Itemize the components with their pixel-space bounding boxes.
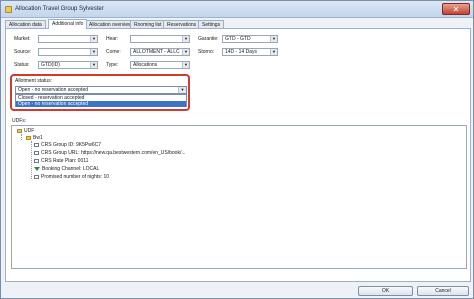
allotment-dropdown-list: Closed - reservation accepted Open - no …: [15, 94, 187, 107]
tree-node-udf[interactable]: UDF: [17, 128, 34, 134]
type-label: Type:: [106, 62, 119, 68]
chevron-down-icon: ▼: [178, 87, 186, 93]
chevron-down-icon: ▼: [270, 36, 277, 42]
chevron-down-icon: ▼: [182, 62, 189, 68]
allotment-status-select[interactable]: Open - no reservation accepted ▼: [15, 86, 187, 94]
source-label: Source:: [14, 49, 32, 55]
folder-icon: [17, 128, 22, 133]
close-button[interactable]: ✕: [442, 3, 470, 15]
hear-select[interactable]: ▼: [130, 35, 190, 43]
chevron-down-icon: ▼: [90, 49, 97, 55]
udf-tree[interactable]: UDF Bw1 CRS Group ID: 9K5Pw6C7 CRS Group…: [11, 125, 467, 269]
market-select[interactable]: ▼: [38, 35, 98, 43]
allocation-window: Allocation Travel Group Sylvester ✕ Allo…: [0, 0, 474, 299]
garantie-value: GTD - GTD: [225, 36, 251, 42]
tree-item[interactable]: Booking Channel: LOCAL: [34, 166, 99, 172]
hear-label: Hear:: [106, 36, 119, 42]
tree-item[interactable]: CRS Group URL: https://new.qa.bestwester…: [34, 150, 186, 156]
storno-select[interactable]: 14D - 14 Days ▼: [222, 48, 278, 56]
filter-icon: [34, 166, 40, 171]
tree-item[interactable]: Promised number of nights: 10: [34, 174, 109, 180]
tree-item[interactable]: CRS Rate Plan: 0011: [34, 158, 88, 164]
storno-label: Storno:: [198, 49, 215, 55]
allotment-selected-value: Open - no reservation accepted: [18, 87, 89, 93]
field-icon: [34, 158, 39, 163]
garantie-label: Garantie:: [198, 36, 219, 42]
chevron-down-icon: ▼: [270, 49, 277, 55]
window-title: Allocation Travel Group Sylvester: [15, 6, 104, 12]
cancel-button[interactable]: Cancel: [417, 286, 469, 296]
status-label: Status:: [14, 62, 30, 68]
ok-button[interactable]: OK: [358, 286, 413, 296]
garantie-select[interactable]: GTD - GTD ▼: [222, 35, 278, 43]
type-select[interactable]: Allocations ▼: [130, 61, 190, 69]
status-value: GTD(ID): [41, 62, 60, 68]
chevron-down-icon: ▼: [90, 62, 97, 68]
option-open[interactable]: Open - no reservation accepted: [16, 101, 186, 107]
come-select[interactable]: ALLOTMENT - ALLC ▼: [130, 48, 190, 56]
field-icon: [34, 150, 39, 155]
market-label: Market:: [14, 36, 31, 42]
chevron-down-icon: ▼: [182, 36, 189, 42]
field-icon: [34, 142, 39, 147]
tree-line: [21, 134, 22, 140]
app-icon: [5, 6, 12, 13]
type-value: Allocations: [133, 62, 158, 68]
tab-additional-info[interactable]: Additional info: [48, 19, 88, 29]
allotment-status-label: Allotment status:: [15, 78, 52, 84]
source-select[interactable]: ▼: [38, 48, 98, 56]
tree-node-bw1[interactable]: Bw1: [26, 135, 43, 141]
folder-icon: [26, 135, 31, 140]
udfs-label: UDFs:: [12, 118, 27, 124]
storno-value: 14D - 14 Days: [225, 49, 257, 55]
chevron-down-icon: ▼: [90, 36, 97, 42]
title-bar: Allocation Travel Group Sylvester ✕: [1, 1, 473, 18]
come-label: Come:: [106, 49, 121, 55]
tree-item[interactable]: CRS Group ID: 9K5Pw6C7: [34, 142, 101, 148]
chevron-down-icon: ▼: [182, 49, 189, 55]
tree-line: [31, 141, 32, 179]
come-value: ALLOTMENT - ALLC: [133, 49, 180, 55]
field-icon: [34, 174, 39, 179]
status-select[interactable]: GTD(ID) ▼: [38, 61, 98, 69]
